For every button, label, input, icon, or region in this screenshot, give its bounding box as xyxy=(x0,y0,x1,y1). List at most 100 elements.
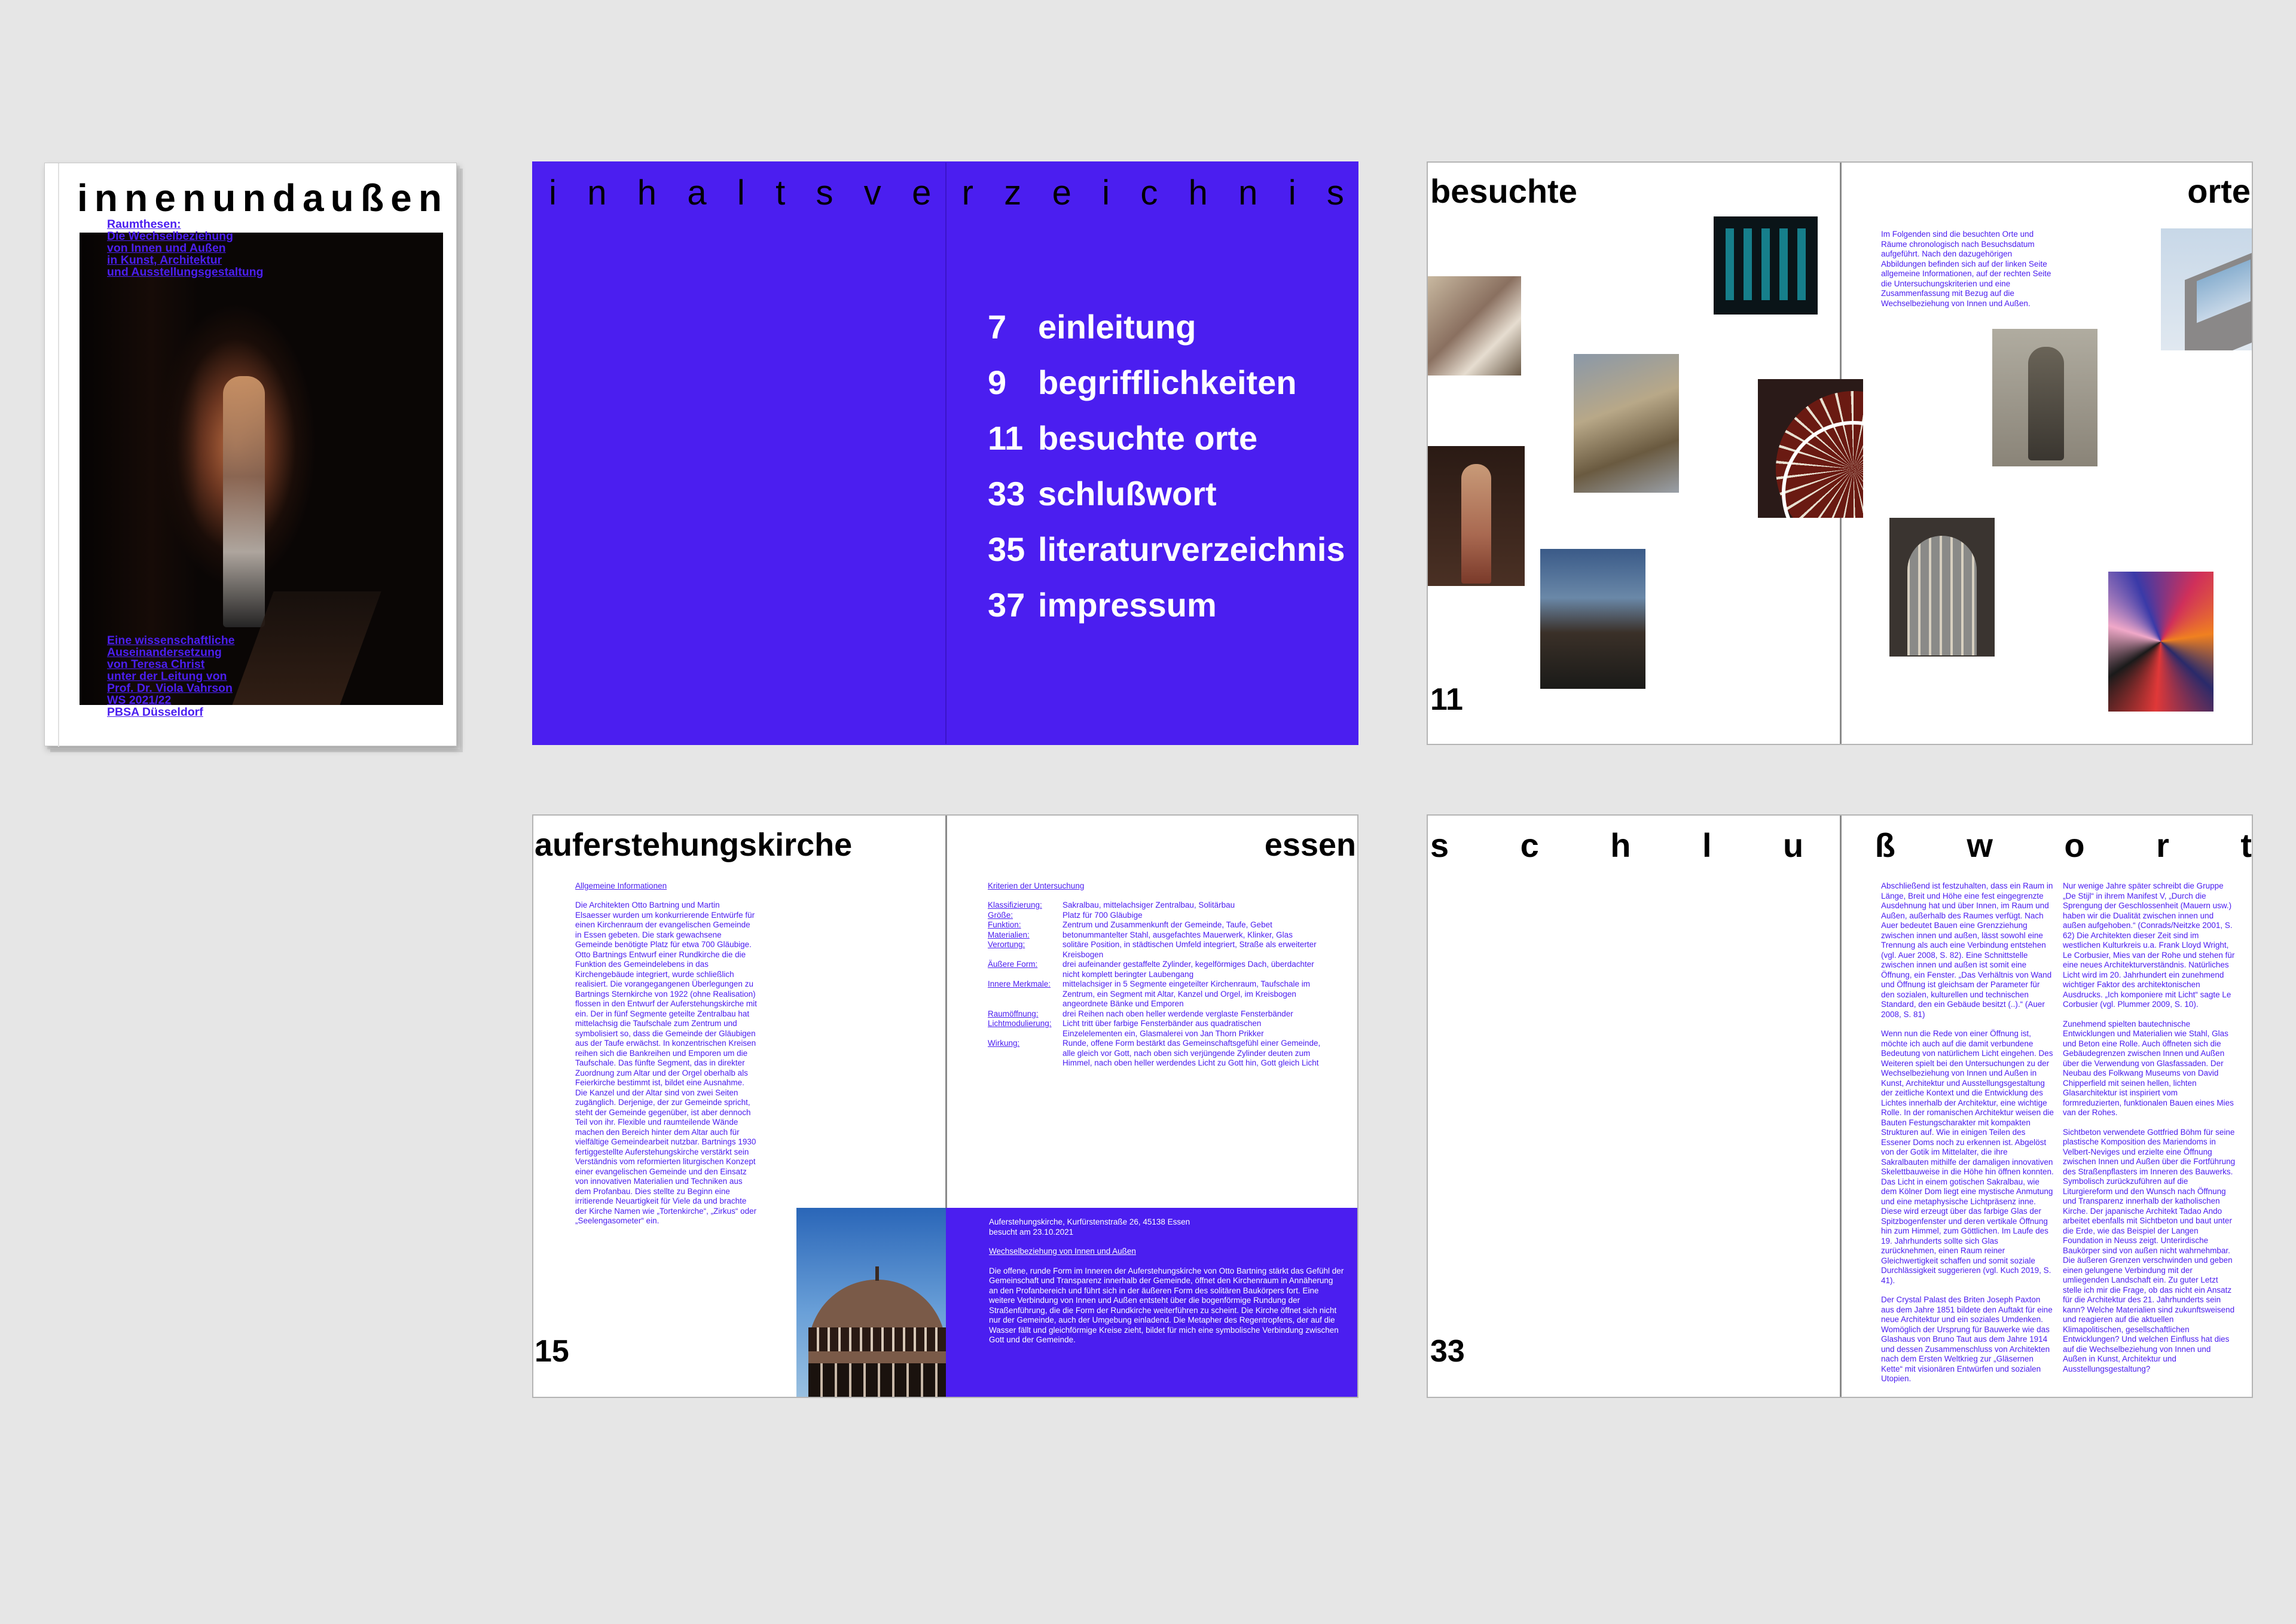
toc-heading-letter: c xyxy=(1140,173,1158,212)
cover-title-letter: d xyxy=(272,176,296,219)
criteria-row: Verortung: solitäre Position, in städtisc… xyxy=(988,940,1323,960)
cover-credit-line: Auseinandersetzung xyxy=(107,646,222,659)
church-info-box: Auferstehungskirche, Kurfürstenstraße 26… xyxy=(946,1208,1357,1397)
closing-paragraph: Abschließend ist festzuhalten, dass ein … xyxy=(1881,881,2053,1019)
toc-item-page: 11 xyxy=(988,419,1024,457)
relation-heading: Wechselbeziehung von Innen und Außen xyxy=(989,1247,1136,1256)
criteria-key: Verortung: xyxy=(988,940,1025,949)
closing-heading-letter: c xyxy=(1520,826,1539,864)
cover-title-letter: a xyxy=(302,176,324,219)
page-number: 33 xyxy=(1430,1334,1465,1369)
toc-heading-letter: v xyxy=(863,173,881,212)
closing-heading-letter: u xyxy=(1782,826,1804,864)
criteria-key: Funktion: xyxy=(988,920,1021,929)
cover-credit-line: WS 2021/22 xyxy=(107,694,172,707)
cover-credit-line: PBSA Düsseldorf xyxy=(107,706,203,719)
criteria-key: Raumöffnung: xyxy=(988,1009,1039,1018)
criteria-row: Äußere Form: drei aufeinander gestaffelte… xyxy=(988,960,1323,979)
cover-title-letter: n xyxy=(124,176,148,219)
places-spread: besuchte orte Im Folgenden sind die besu… xyxy=(1427,161,2253,745)
closing-paragraph: Zunehmend spielten bautechnische Entwick… xyxy=(2063,1019,2234,1118)
toc-item[interactable]: 11 besuchte orte xyxy=(988,410,1345,466)
toc-heading-letter: n xyxy=(587,173,607,212)
toc-item[interactable]: 33 schlußwort xyxy=(988,466,1345,521)
toc-list: 7 einleitung 9 begrifflichkeiten 11 besuchte … xyxy=(988,299,1345,633)
toc-heading-letter: t xyxy=(775,173,786,212)
toc-heading-letter: n xyxy=(1238,173,1258,212)
cover-title-letter: ß xyxy=(360,176,384,219)
photo-stained-glass-blue xyxy=(1714,216,1818,315)
criteria-value: betonummantelter Stahl, ausgefachtes Mau… xyxy=(1062,930,1293,939)
church-address: Auferstehungskirche, Kurfürstenstraße 26… xyxy=(989,1217,1190,1226)
cover-credit-line: von Teresa Christ xyxy=(107,658,205,671)
relation-text: Die offene, runde Form im Inneren der Au… xyxy=(989,1266,1344,1345)
page-number: 11 xyxy=(1430,682,1463,717)
cover-subtitle-line: und Ausstellungsgestaltung xyxy=(107,265,264,279)
toc-heading-letter: s xyxy=(816,173,833,212)
toc-heading-letter: z xyxy=(1004,173,1022,212)
toc-item-label: einleitung xyxy=(1038,307,1196,346)
criteria-key: Klassifizierung: xyxy=(988,900,1042,909)
toc-item[interactable]: 35 literaturverzeichnis xyxy=(988,521,1345,577)
toc-heading-letter: h xyxy=(1188,173,1208,212)
cover-title-letter: i xyxy=(77,176,88,219)
closing-paragraph: Wenn nun die Rede von einer Öffnung ist,… xyxy=(1881,1029,2054,1285)
page-number: 15 xyxy=(535,1334,569,1369)
criteria-row: Innere Merkmale: mittelachsiger in 5 Segm… xyxy=(988,979,1323,1009)
criteria-value: drei aufeinander gestaffelte Zylinder, k… xyxy=(1062,960,1314,979)
toc-item[interactable]: 9 begrifflichkeiten xyxy=(988,355,1345,410)
photo-building-sun xyxy=(1540,549,1645,689)
criteria-row: Lichtmodulierung: Licht tritt über farbig… xyxy=(988,1019,1323,1039)
cover-subtitle-line: Raumthesen: xyxy=(107,218,181,231)
cover-title-letter: e xyxy=(390,176,412,219)
toc-item-label: literaturverzeichnis xyxy=(1038,530,1345,568)
criteria-row: Größe: Platz für 700 Gläubige xyxy=(988,911,1323,921)
church-visited: besucht am 23.10.2021 xyxy=(989,1227,1074,1237)
toc-item[interactable]: 37 impressum xyxy=(988,577,1345,633)
criteria-row: Materialien: betonummantelter Stahl, ausg… xyxy=(988,930,1323,941)
toc-spread: inhaltsverzeichnis 7 einleitung 9 begriffli… xyxy=(532,161,1358,745)
closing-heading-letter: s xyxy=(1430,826,1449,864)
photo-gothic-window xyxy=(1889,518,1995,657)
toc-item-page: 7 xyxy=(988,307,1007,346)
closing-heading-letter: o xyxy=(2064,826,2085,864)
criteria-key: Materialien: xyxy=(988,930,1030,939)
criteria-row: Raumöffnung: drei Reihen nach oben heller… xyxy=(988,1009,1323,1019)
toc-heading-letter: a xyxy=(687,173,707,212)
criteria-value: Platz für 700 Gläubige xyxy=(1062,910,1143,920)
toc-heading-letter: i xyxy=(549,173,557,212)
places-title-left: besuchte xyxy=(1430,172,1577,210)
closing-heading-letter: ß xyxy=(1874,826,1895,864)
church-title-left: auferstehungskirche xyxy=(535,827,853,863)
cover-subtitle-line: von Innen und Außen xyxy=(107,242,226,255)
toc-heading: inhaltsverzeichnis xyxy=(549,176,1344,210)
cover-subtitle-line: Die Wechselbeziehung xyxy=(107,230,233,243)
closing-heading-letter: t xyxy=(2240,826,2252,864)
general-info-text: Die Architekten Otto Bartning und Martin… xyxy=(575,900,757,1225)
photo-madonna xyxy=(1992,329,2097,466)
toc-heading-letter: i xyxy=(1102,173,1110,212)
cover-book[interactable]: innenundaußen Raumthesen: Die Wechselbezi… xyxy=(44,163,463,752)
criteria-value: Runde, offene Form bestärkt das Gemeinsc… xyxy=(1062,1039,1321,1067)
photo-statue xyxy=(1428,446,1525,586)
toc-heading-letter: r xyxy=(961,173,973,212)
church-photo xyxy=(796,1208,946,1397)
criteria-key: Wirkung: xyxy=(988,1039,1020,1048)
toc-item-page: 37 xyxy=(988,585,1025,624)
toc-item[interactable]: 7 einleitung xyxy=(988,299,1345,355)
cover-credit-line: unter der Leitung von xyxy=(107,670,227,683)
cover-title-letter: n xyxy=(418,176,442,219)
cover-title-letter: n xyxy=(242,176,266,219)
closing-spread: s c h l u ß w o r t Abschließend ist festzuhalten… xyxy=(1427,814,2253,1398)
photo-stained-glass-color xyxy=(2108,572,2213,712)
toc-item-page: 35 xyxy=(988,530,1025,568)
toc-heading-letter: l xyxy=(737,173,745,212)
criteria-row: Wirkung: Runde, offene Form bestärkt das … xyxy=(988,1039,1323,1069)
photo-rose-window xyxy=(1758,379,1863,518)
criteria-key: Lichtmodulierung: xyxy=(988,1019,1052,1028)
toc-heading-letter: e xyxy=(912,173,932,212)
cover-title-letter: u xyxy=(212,176,236,219)
criteria-value: Licht tritt über farbige Fensterbänder a… xyxy=(1062,1019,1264,1038)
closing-heading-letter: r xyxy=(2156,826,2169,864)
criteria-key: Innere Merkmale: xyxy=(988,979,1051,988)
